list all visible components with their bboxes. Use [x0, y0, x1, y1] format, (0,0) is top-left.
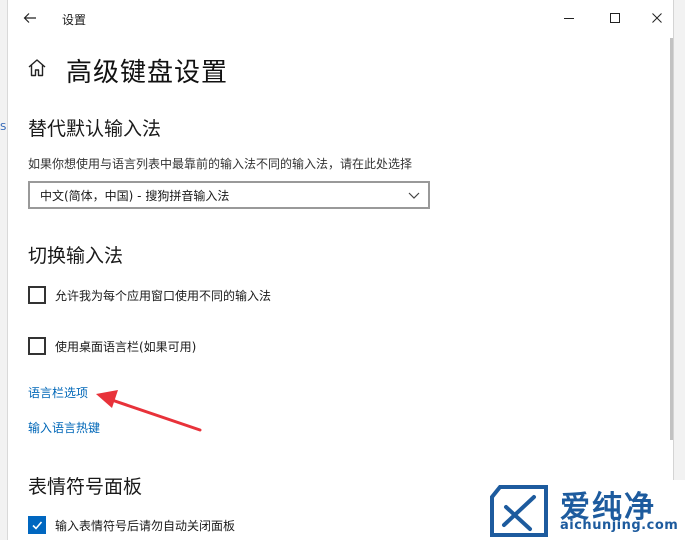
minimize-button[interactable]: [546, 4, 592, 32]
close-button[interactable]: [634, 4, 680, 32]
title-bar: 设置: [8, 0, 673, 36]
back-button[interactable]: [16, 6, 44, 30]
close-icon: [652, 13, 662, 23]
checkbox-desktop-language-bar[interactable]: 使用桌面语言栏(如果可用): [28, 337, 196, 355]
section-title-emoji: 表情符号面板: [28, 476, 143, 498]
checkbox-box[interactable]: [28, 286, 46, 304]
section-title-switch: 切换输入法: [28, 245, 124, 267]
checkbox-emoji-keep-open[interactable]: 输入表情符号后请勿自动关闭面板: [28, 516, 235, 534]
checkbox-box[interactable]: [28, 516, 46, 534]
input-method-dropdown[interactable]: 中文(简体，中国) - 搜狗拼音输入法: [28, 181, 430, 209]
dropdown-selected-value: 中文(简体，中国) - 搜狗拼音输入法: [40, 188, 230, 203]
checkbox-label: 允许我为每个应用窗口使用不同的输入法: [55, 288, 272, 303]
page-title: 高级键盘设置: [66, 58, 229, 88]
watermark-url: aichunjing.com: [560, 518, 679, 533]
checkbox-per-app-input[interactable]: 允许我为每个应用窗口使用不同的输入法: [28, 286, 271, 304]
minimize-icon: [564, 18, 574, 19]
chevron-down-icon: [408, 192, 420, 199]
home-icon[interactable]: [26, 57, 48, 79]
watermark: 爱纯净 aichunjing.com: [484, 480, 685, 540]
background-window-edge-right: [673, 0, 685, 540]
checkbox-label: 使用桌面语言栏(如果可用): [55, 339, 197, 354]
override-description: 如果你想使用与语言列表中最靠前的输入法不同的输入法，请在此处选择: [28, 157, 413, 171]
section-title-override: 替代默认输入法: [28, 118, 162, 140]
background-link-fragment: S: [0, 122, 7, 133]
maximize-button[interactable]: [592, 4, 638, 32]
arrow-left-icon: [23, 13, 36, 23]
settings-window: 设置 高级键盘设置 替代默认输入法 如果你想使用与语言列表中最靠前的输入法不同的…: [8, 0, 673, 540]
checkbox-box[interactable]: [28, 337, 46, 355]
window-title: 设置: [62, 13, 87, 27]
annotation-red-arrow: [96, 390, 202, 432]
checkbox-label: 输入表情符号后请勿自动关闭面板: [55, 518, 236, 533]
background-window-edge-left: S: [0, 0, 8, 540]
checkmark-icon: [32, 521, 43, 530]
language-bar-options-link[interactable]: 语言栏选项: [28, 384, 88, 401]
maximize-icon: [610, 13, 620, 23]
watermark-logo-icon: [490, 485, 548, 537]
scrollbar[interactable]: [670, 38, 673, 440]
input-language-hotkeys-link[interactable]: 输入语言热键: [28, 419, 100, 436]
